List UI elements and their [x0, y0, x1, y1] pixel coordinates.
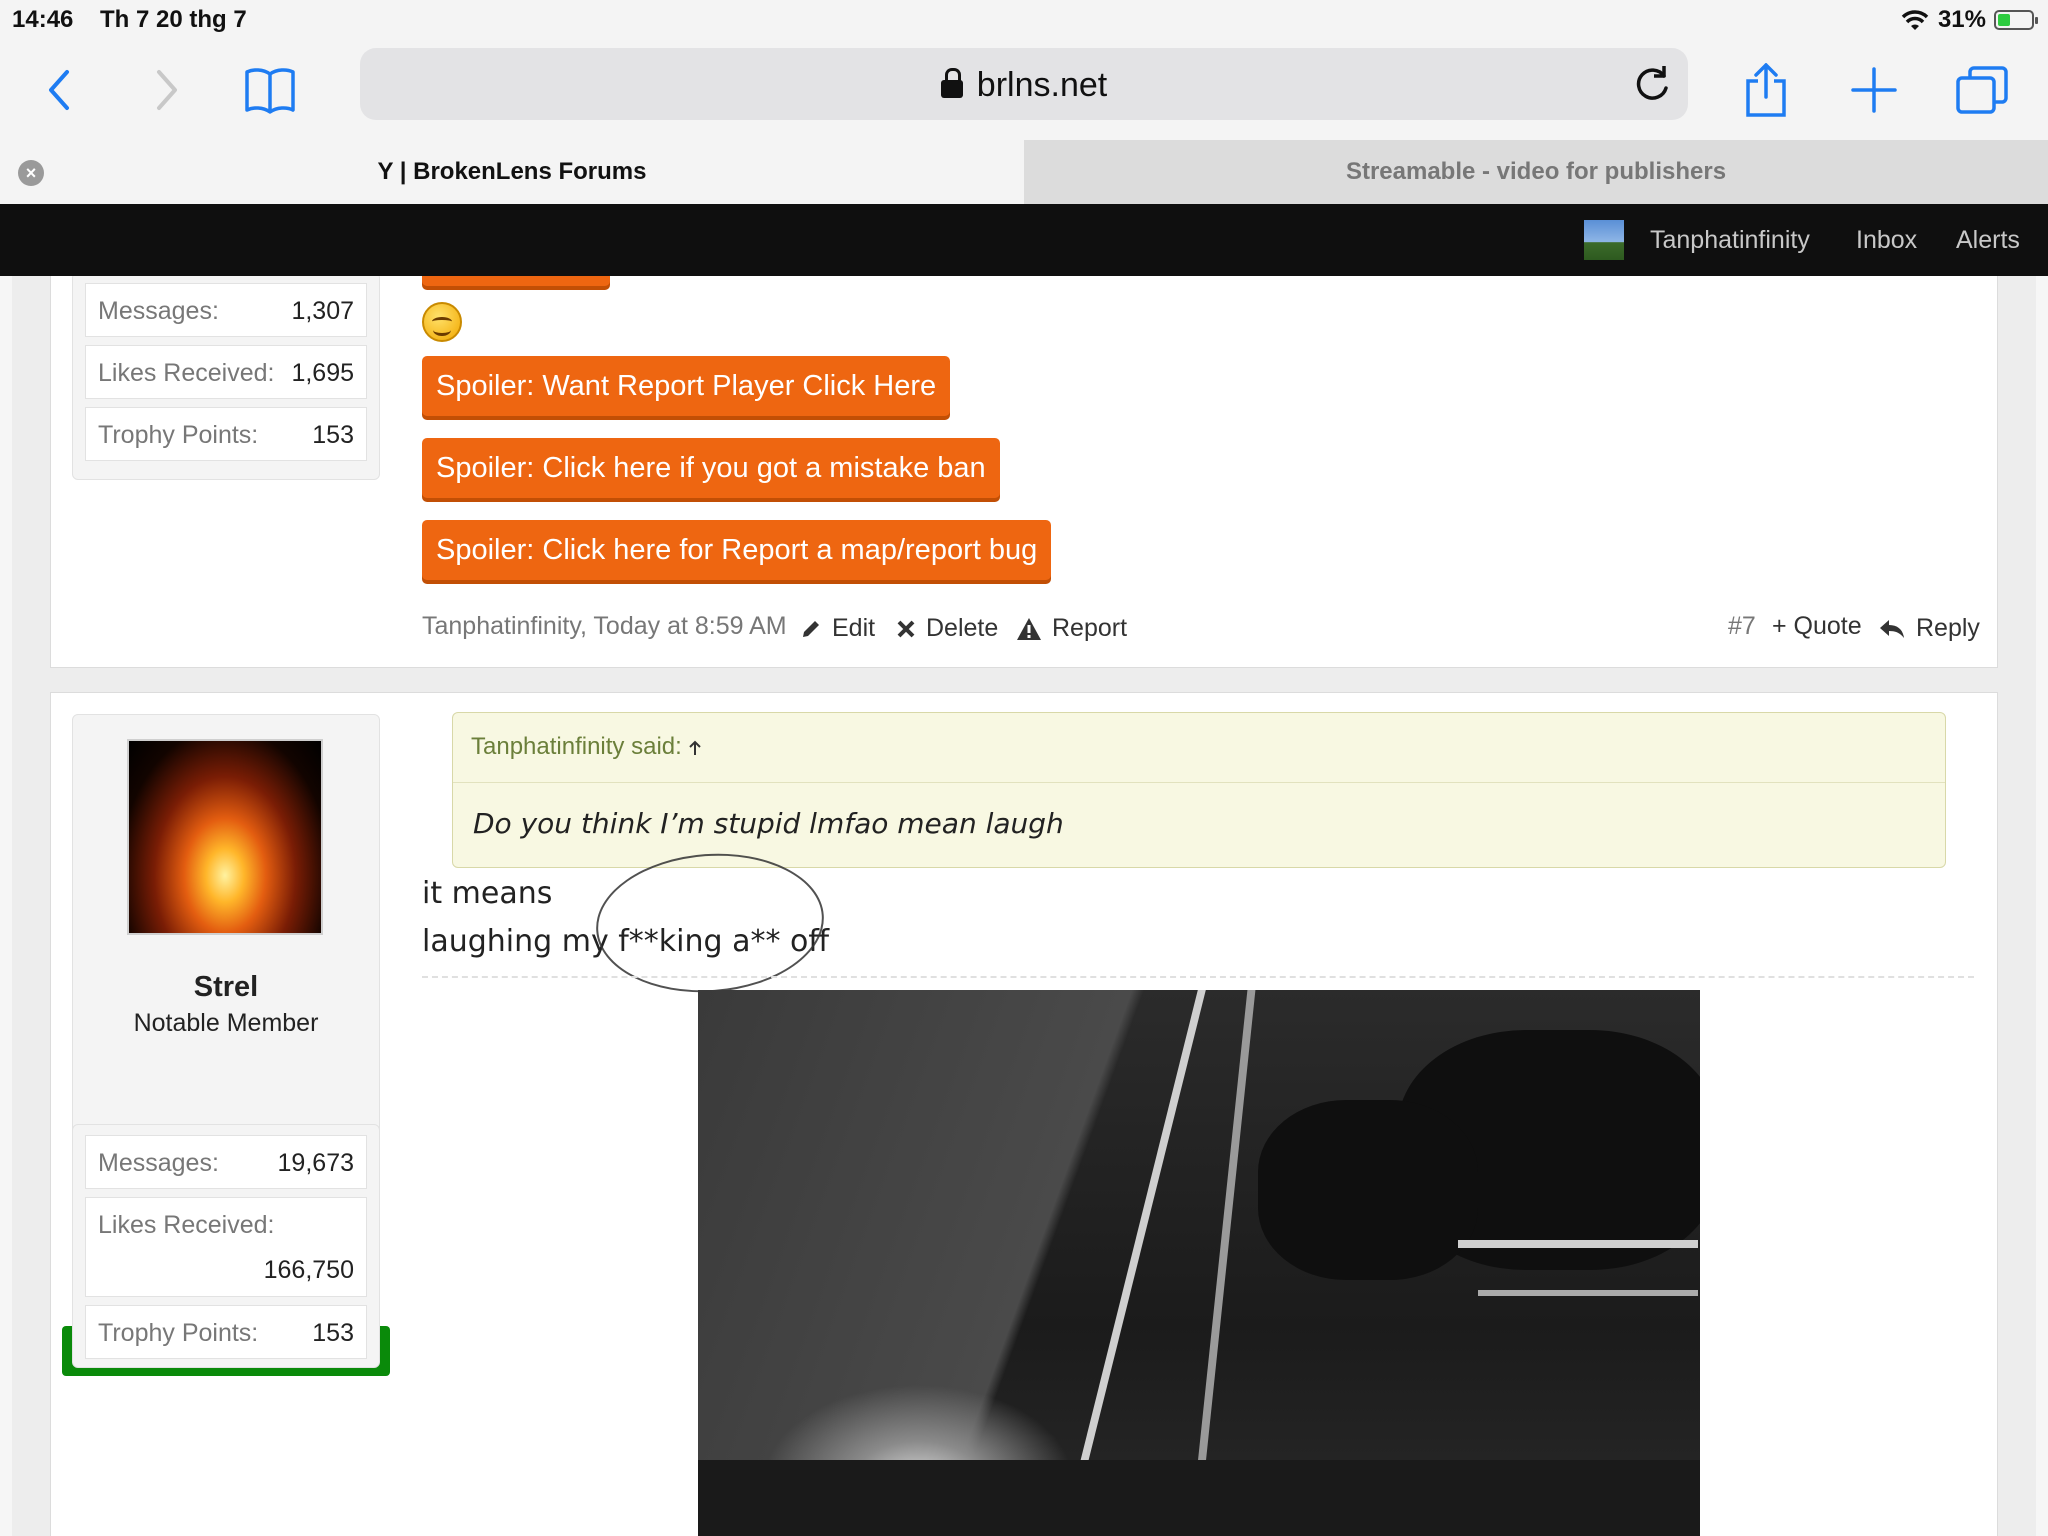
url-text: brlns.net [976, 66, 1108, 104]
report-button[interactable]: Report [1016, 614, 1127, 643]
stat-messages: Messages: 19,673 [85, 1135, 367, 1189]
forward-icon[interactable] [136, 60, 196, 120]
url-display: brlns.net [360, 66, 1688, 105]
status-right: 31% [1900, 6, 2038, 34]
reply-icon [1880, 619, 1904, 638]
tab-label: Streamable - video for publishers [1345, 158, 1727, 185]
quote-button[interactable]: + Quote [1772, 612, 1862, 641]
wifi-icon [1901, 10, 1929, 30]
message-line-1: it means [422, 876, 553, 911]
reload-icon[interactable] [1630, 62, 1674, 106]
status-time: 14:46 [12, 6, 74, 33]
quote-header: Tanphatinfinity said: [453, 713, 1945, 783]
tab-label: Y | BrokenLens Forums [377, 158, 647, 185]
post-username[interactable]: Strel [73, 971, 379, 1004]
close-icon [897, 620, 915, 637]
tab-strip: × Y | BrokenLens Forums Streamable - vid… [0, 140, 2048, 204]
delete-button[interactable]: Delete [896, 614, 998, 643]
close-tab-icon[interactable]: × [18, 160, 44, 186]
new-tab-icon[interactable] [1844, 60, 1904, 120]
address-bar[interactable]: brlns.net [360, 48, 1688, 120]
share-icon[interactable] [1736, 60, 1796, 120]
status-bar: 14:46 Th 7 20 thg 7 31% [0, 0, 2048, 40]
user-stats-1: Messages: 1,307 Likes Received: 1,695 Tr… [72, 276, 380, 480]
battery-percent: 31% [1937, 6, 1986, 33]
spoiler-button-partial[interactable] [422, 276, 610, 286]
status-date: Th 7 20 thg 7 [100, 6, 247, 33]
post-author-time[interactable]: Tanphatinfinity, Today at 8:59 AM [422, 612, 787, 641]
tab-streamable[interactable]: Streamable - video for publishers [1024, 140, 2048, 204]
spoiler-mistake-ban[interactable]: Spoiler: Click here if you got a mistake… [422, 438, 1000, 498]
spoiler-report-player[interactable]: Spoiler: Want Report Player Click Here [422, 356, 951, 416]
user-avatar-fire[interactable] [127, 739, 323, 935]
smile-emoji-icon [422, 302, 462, 342]
warning-icon [1017, 617, 1041, 640]
post-number[interactable]: #7 [1728, 612, 1756, 641]
stat-likes: Likes Received: 1,695 [85, 345, 367, 399]
back-icon[interactable] [30, 60, 90, 120]
forum-navbar: Tanphatinfinity Inbox Alerts [0, 204, 2048, 276]
nav-inbox[interactable]: Inbox [1856, 226, 1917, 255]
pencil-icon [803, 620, 819, 637]
browser-toolbar: brlns.net [0, 40, 2048, 140]
quote-author-link[interactable]: Tanphatinfinity said: [471, 733, 702, 761]
stat-likes: Likes Received: 166,750 [85, 1197, 367, 1297]
stat-trophy: Trophy Points: 153 [85, 1305, 367, 1359]
lock-icon [940, 68, 963, 98]
user-title: Notable Member [133, 1009, 319, 1037]
rollercoaster-gif-image[interactable] [698, 990, 1700, 1536]
spoiler-report-map[interactable]: Spoiler: Click here for Report a map/rep… [422, 520, 1052, 580]
stat-trophy: Trophy Points: 153 [85, 407, 367, 461]
stat-messages: Messages: 1,307 [85, 283, 367, 337]
bookmarks-icon[interactable] [240, 60, 300, 120]
quote-block: Tanphatinfinity said: Do you think I’m s… [452, 712, 1946, 868]
signature-divider [422, 976, 1974, 978]
quote-text: Do you think I’m stupid lmfao mean laugh [473, 807, 1064, 840]
tabs-icon[interactable] [1952, 60, 2012, 120]
user-avatar[interactable] [1584, 220, 1624, 260]
nav-alerts[interactable]: Alerts [1956, 226, 2020, 255]
user-stats-2: Messages: 19,673 Likes Received: 166,750… [72, 1124, 380, 1368]
edit-button[interactable]: Edit [800, 614, 875, 643]
battery-icon [1994, 10, 2038, 30]
nav-username[interactable]: Tanphatinfinity [1650, 226, 1810, 255]
reply-button[interactable]: Reply [1878, 614, 1980, 643]
tab-brokenlens[interactable]: × Y | BrokenLens Forums [0, 140, 1024, 204]
forum-content: Messages: 1,307 Likes Received: 1,695 Tr… [0, 276, 2048, 1536]
arrow-up-icon [689, 740, 702, 755]
